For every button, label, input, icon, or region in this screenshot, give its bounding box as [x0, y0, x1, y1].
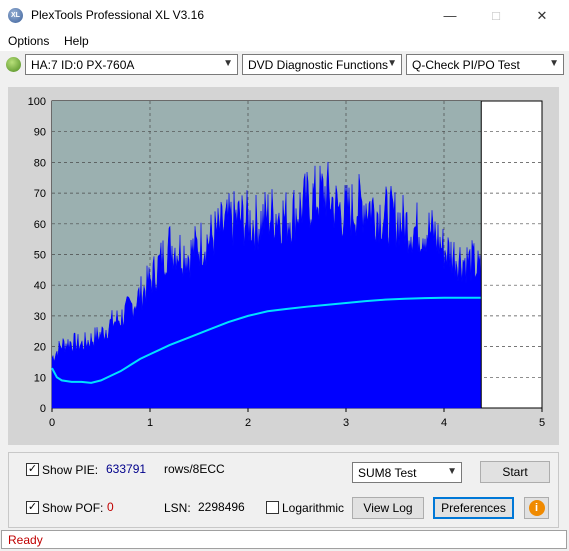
function-select-value: DVD Diagnostic Functions: [248, 58, 389, 72]
y-tick-label: 0: [40, 403, 46, 415]
x-tick-label: 2: [245, 417, 251, 429]
y-tick-label: 50: [34, 250, 46, 262]
menu-help[interactable]: Help: [64, 34, 89, 48]
drive-status-icon: [6, 57, 21, 72]
maximize-icon: □: [492, 8, 500, 23]
chevron-down-icon: ▼: [549, 58, 559, 69]
y-tick-label: 70: [34, 188, 46, 200]
test-select-value: Q-Check PI/PO Test: [412, 58, 520, 72]
x-tick-label: 3: [343, 417, 349, 429]
y-tick-label: 20: [34, 342, 46, 354]
chevron-down-icon: ▼: [223, 58, 233, 69]
pi-po-chart: 0 10 20 30 40 50 60 70 80 90 100 0 1 2 3 4 5: [28, 96, 545, 429]
logarithmic-checkbox[interactable]: [266, 501, 279, 514]
chevron-down-icon: ▼: [447, 466, 457, 477]
y-tick-label: 40: [34, 280, 46, 292]
y-tick-label: 90: [34, 127, 46, 139]
lsn-value: 2298496: [198, 500, 245, 514]
start-button[interactable]: Start: [480, 461, 550, 483]
menu-options[interactable]: Options: [8, 34, 49, 48]
show-pie-checkbox[interactable]: ✓: [26, 463, 39, 476]
drive-select[interactable]: HA:7 ID:0 PX-760A ▼: [25, 54, 238, 75]
x-tick-label: 5: [539, 417, 545, 429]
logarithmic-label: Logarithmic: [282, 501, 345, 515]
pie-count-value: 633791: [106, 462, 147, 476]
show-pof-checkbox[interactable]: ✓: [26, 501, 39, 514]
test-select[interactable]: Q-Check PI/PO Test ▼: [406, 54, 564, 75]
y-tick-label: 10: [34, 372, 46, 384]
minimize-button[interactable]: —: [427, 0, 473, 31]
y-tick-label: 30: [34, 311, 46, 323]
chart-frame: 0 10 20 30 40 50 60 70 80 90 100 0 1 2 3 4 5: [8, 87, 559, 445]
maximize-button[interactable]: □: [473, 0, 519, 31]
view-log-button[interactable]: View Log: [352, 497, 424, 519]
status-bar: Ready: [1, 530, 567, 549]
minimize-icon: —: [443, 8, 457, 23]
close-button[interactable]: ✕: [519, 0, 565, 31]
x-tick-label: 0: [49, 417, 55, 429]
pof-count-value: 0: [107, 500, 114, 514]
lsn-label: LSN:: [164, 501, 191, 515]
y-tick-label: 80: [34, 157, 46, 169]
y-tick-label: 60: [34, 219, 46, 231]
close-icon: ✕: [536, 8, 548, 23]
y-tick-label: 100: [28, 96, 46, 108]
info-button[interactable]: i: [524, 497, 549, 519]
app-logo-icon: XL: [8, 8, 23, 23]
function-select[interactable]: DVD Diagnostic Functions ▼: [242, 54, 402, 75]
show-pie-label: Show PIE:: [42, 463, 99, 477]
show-pof-label: Show POF:: [42, 501, 104, 515]
window-title: PlexTools Professional XL V3.16: [31, 8, 204, 22]
info-icon: i: [528, 500, 545, 516]
x-tick-label: 4: [441, 417, 447, 429]
sum-test-select-value: SUM8 Test: [358, 466, 417, 480]
status-text: Ready: [8, 533, 43, 547]
rows-unit-label: rows/8ECC: [164, 462, 225, 476]
sum-test-select[interactable]: SUM8 Test ▼: [352, 462, 462, 483]
drive-select-value: HA:7 ID:0 PX-760A: [31, 58, 135, 72]
chevron-down-icon: ▼: [387, 58, 397, 69]
preferences-button[interactable]: Preferences: [433, 497, 514, 519]
x-tick-label: 1: [147, 417, 153, 429]
